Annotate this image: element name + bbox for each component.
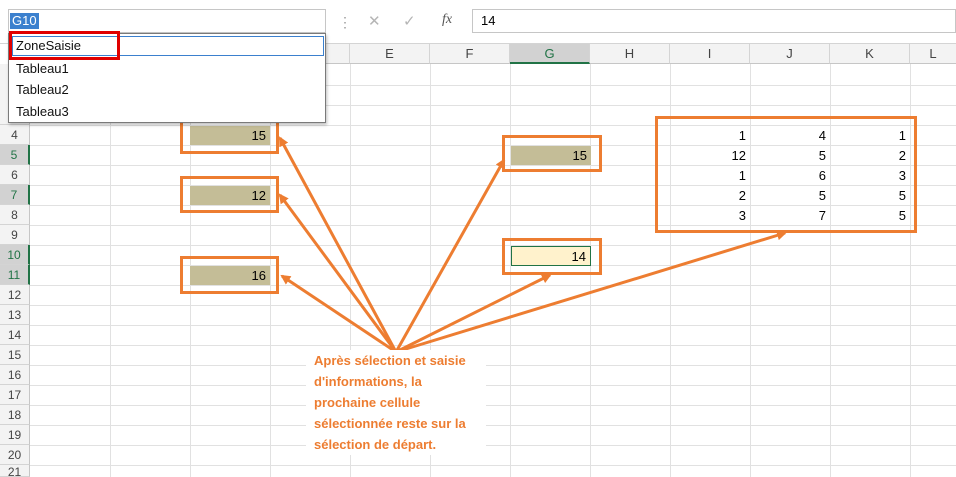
highlight-box (9, 31, 120, 60)
dropdown-item-tableau1[interactable]: Tableau1 (16, 59, 69, 79)
dropdown-item-tableau3[interactable]: Tableau3 (16, 102, 69, 122)
arrow-to-row11 (280, 274, 397, 354)
arrow-to-row7 (278, 193, 398, 353)
dropdown-item-tableau2[interactable]: Tableau2 (16, 80, 69, 100)
callout-text: Après sélection et saisie d'informations… (306, 350, 486, 455)
arrow-to-row4 (278, 136, 398, 353)
